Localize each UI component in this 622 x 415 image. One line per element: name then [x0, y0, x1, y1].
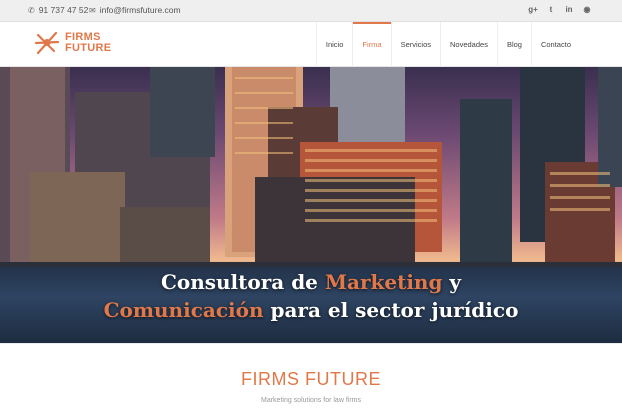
phone-number: 91 737 47 52 — [38, 5, 89, 15]
hero-text: y — [442, 270, 462, 294]
section-subtitle: Marketing solutions for law firms — [261, 397, 361, 404]
linkedin-icon[interactable]: in — [564, 5, 574, 14]
hero-accent-text: Marketing — [324, 270, 443, 294]
section-title: FIRMS FUTURE — [241, 369, 381, 389]
logo-wordmark: FIRMS FUTURE — [65, 32, 111, 54]
hero-text: para el sector jurídico — [263, 298, 519, 322]
nav-item-inicio[interactable]: Inicio — [315, 22, 353, 67]
hero-headline-line1: Consultora de Marketing y — [0, 268, 622, 296]
top-contact-bar: ✆ 91 737 47 52 ✉ info@firmsfuture.com g+… — [0, 0, 622, 22]
google-plus-icon[interactable]: g+ — [528, 5, 538, 14]
site-logo[interactable]: FIRMS FUTURE — [34, 29, 111, 57]
nav-item-novedades[interactable]: Novedades — [440, 22, 497, 67]
nav-item-contacto[interactable]: Contacto — [530, 22, 580, 67]
site-header: FIRMS FUTURE Inicio Firma Servicios Nove… — [0, 22, 622, 67]
nav-item-servicios[interactable]: Servicios — [390, 22, 440, 67]
logo-mark-icon — [34, 31, 60, 55]
social-links: g+ t in ◉ — [528, 5, 592, 14]
logo-line2: FUTURE — [65, 42, 112, 54]
nav-item-firma[interactable]: Firma — [352, 22, 391, 67]
email-contact[interactable]: ✉ info@firmsfuture.com — [89, 5, 181, 15]
hero-headline-line2: Comunicación para el sector jurídico — [0, 296, 622, 324]
phone-icon: ✆ — [28, 5, 35, 15]
twitter-icon[interactable]: t — [546, 5, 556, 14]
email-address: info@firmsfuture.com — [99, 5, 181, 15]
phone-contact[interactable]: ✆ 91 737 47 52 — [28, 5, 88, 15]
hero-text: Consultora de — [160, 270, 325, 294]
rss-icon[interactable]: ◉ — [582, 5, 592, 14]
nav-item-blog[interactable]: Blog — [496, 22, 531, 67]
hero-accent-text: Comunicación — [103, 298, 264, 322]
intro-section: FIRMS FUTURE Marketing solutions for law… — [0, 343, 622, 415]
envelope-icon: ✉ — [89, 5, 96, 15]
main-nav: Inicio Firma Servicios Novedades Blog Co… — [315, 22, 580, 67]
